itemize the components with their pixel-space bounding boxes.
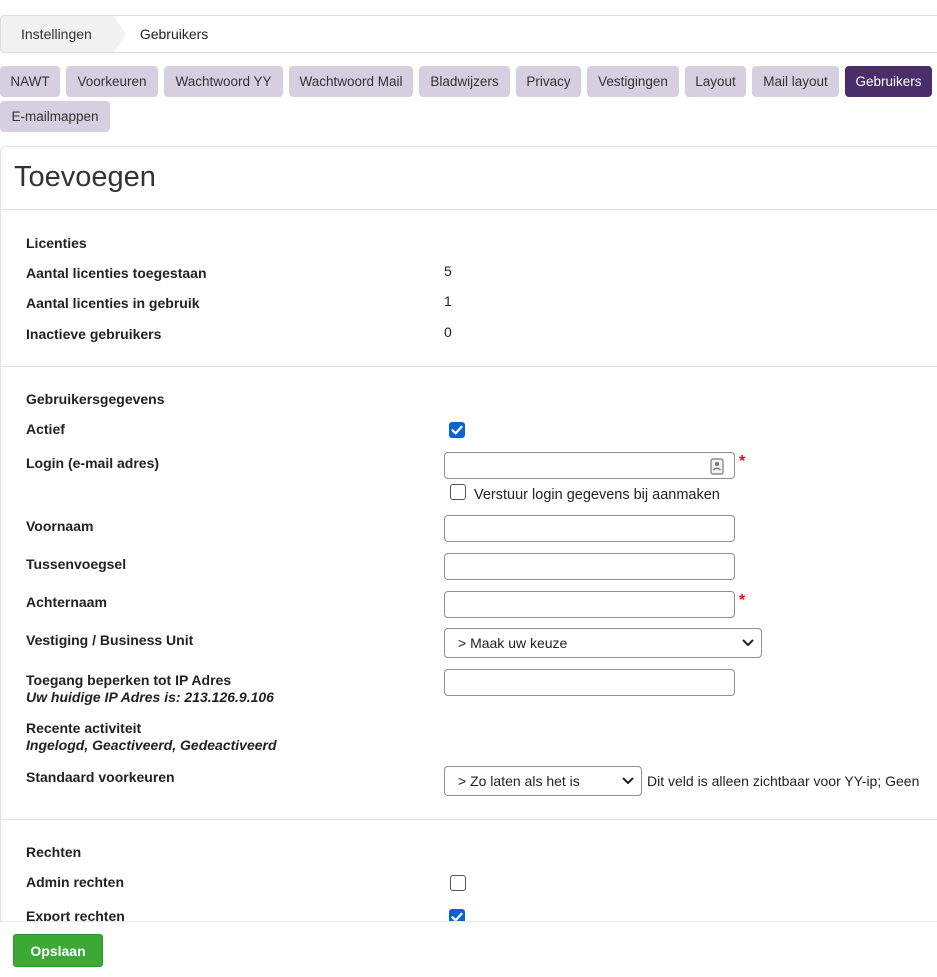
tab-label: Vestigingen [598, 74, 668, 89]
checkmark-icon [451, 912, 463, 921]
tab-mail-layout[interactable]: Mail layout [752, 66, 839, 97]
branch-select[interactable]: > Maak uw keuze [444, 628, 762, 658]
breadcrumb-first-label: Instellingen [21, 26, 92, 42]
tab-label: E-mailmappen [11, 109, 99, 124]
infix-input[interactable] [444, 553, 735, 580]
tab-nawt[interactable]: NAWT [0, 66, 60, 97]
tab-e-mailmappen[interactable]: E-mailmappen [0, 101, 110, 132]
footer-divider [0, 921, 937, 922]
tab-label: Gebruikers [855, 74, 922, 89]
admin-rights-checkbox[interactable] [450, 875, 466, 891]
inactive-users-value: 0 [444, 324, 452, 340]
required-asterisk: * [739, 592, 746, 609]
divider [1, 366, 937, 367]
licenses-heading: Licenties [26, 235, 87, 251]
tab-voorkeuren[interactable]: Voorkeuren [66, 66, 158, 97]
tab-label: Wachtwoord YY [175, 74, 272, 89]
recent-activity-label: Recente activiteit Ingelogd, Geactiveerd… [26, 720, 277, 754]
ip-address-input[interactable] [444, 669, 735, 696]
tab-label: Bladwijzers [430, 74, 499, 89]
save-button[interactable]: Opslaan [13, 934, 103, 967]
lastname-input[interactable] [444, 591, 735, 618]
tab-label: Privacy [526, 74, 571, 89]
infix-label: Tussenvoegsel [26, 556, 127, 572]
checkmark-icon [451, 425, 463, 435]
firstname-input[interactable] [444, 515, 735, 542]
tab-layout[interactable]: Layout [685, 66, 746, 97]
tab-vestigingen[interactable]: Vestigingen [587, 66, 679, 97]
required-asterisk: * [739, 453, 746, 470]
active-checkbox[interactable] [449, 422, 465, 438]
tab-privacy[interactable]: Privacy [516, 66, 581, 97]
export-rights-label: Export rechten [26, 908, 125, 921]
tab-label: Wachtwoord Mail [299, 74, 403, 89]
breadcrumb-item-gebruikers: Gebruikers [114, 16, 208, 52]
tab-wachtwoord-mail[interactable]: Wachtwoord Mail [289, 66, 413, 97]
licenses-in-use-value: 1 [444, 293, 452, 309]
tab-bladwijzers[interactable]: Bladwijzers [419, 66, 510, 97]
chevron-down-icon [622, 777, 634, 784]
ip-restrict-label-text: Toegang beperken tot IP Adres [26, 672, 232, 688]
active-label: Actief [26, 421, 65, 437]
tab-gebruikers[interactable]: Gebruikers [845, 66, 932, 97]
default-prefs-label: Standaard voorkeuren [26, 769, 175, 785]
lastname-label: Achternaam [26, 594, 107, 610]
licenses-allowed-value: 5 [444, 263, 452, 279]
default-prefs-value: > Zo laten als het is [458, 773, 580, 789]
tab-label: NAWT [10, 74, 50, 89]
breadcrumb-item-instellingen[interactable]: Instellingen [1, 16, 126, 52]
divider [1, 209, 937, 210]
ip-restrict-label: Toegang beperken tot IP Adres Uw huidige… [26, 672, 274, 706]
export-rights-checkbox[interactable] [449, 909, 465, 921]
tab-label: Voorkeuren [77, 74, 147, 89]
default-prefs-note: Dit veld is alleen zichtbaar voor YY-ip;… [647, 773, 920, 789]
send-login-checkbox[interactable] [450, 484, 466, 500]
divider [1, 819, 937, 820]
tab-label: Layout [695, 74, 736, 89]
page-title: Toevoegen [14, 161, 156, 193]
breadcrumb: Instellingen Gebruikers [0, 15, 937, 53]
tab-label: Mail layout [763, 74, 828, 89]
licenses-allowed-label: Aantal licenties toegestaan [26, 265, 207, 281]
admin-rights-label: Admin rechten [26, 874, 125, 890]
branch-select-value: > Maak uw keuze [458, 635, 568, 651]
send-login-label: Verstuur login gegevens bij aanmaken [474, 487, 720, 503]
save-button-label: Opslaan [30, 942, 86, 959]
licenses-in-use-label: Aantal licenties in gebruik [26, 295, 200, 311]
login-email-input[interactable] [444, 452, 735, 479]
contact-card-icon[interactable] [710, 458, 724, 475]
current-ip-note: Uw huidige IP Adres is: 213.126.9.106 [26, 689, 274, 705]
tab-wachtwoord-yy[interactable]: Wachtwoord YY [164, 66, 283, 97]
inactive-users-label: Inactieve gebruikers [26, 326, 162, 342]
branch-label: Vestiging / Business Unit [26, 632, 194, 648]
user-details-heading: Gebruikersgegevens [26, 391, 165, 407]
recent-activity-label-text: Recente activiteit [26, 720, 142, 736]
form-panel: Toevoegen Licenties Aantal licenties toe… [0, 146, 937, 921]
breadcrumb-second-label: Gebruikers [139, 26, 209, 42]
chevron-down-icon [742, 639, 754, 646]
rights-heading: Rechten [26, 844, 82, 860]
recent-activity-note: Ingelogd, Geactiveerd, Gedeactiveerd [26, 737, 277, 753]
firstname-label: Voornaam [26, 518, 94, 534]
default-prefs-select[interactable]: > Zo laten als het is [444, 766, 642, 796]
login-label: Login (e-mail adres) [26, 455, 160, 471]
